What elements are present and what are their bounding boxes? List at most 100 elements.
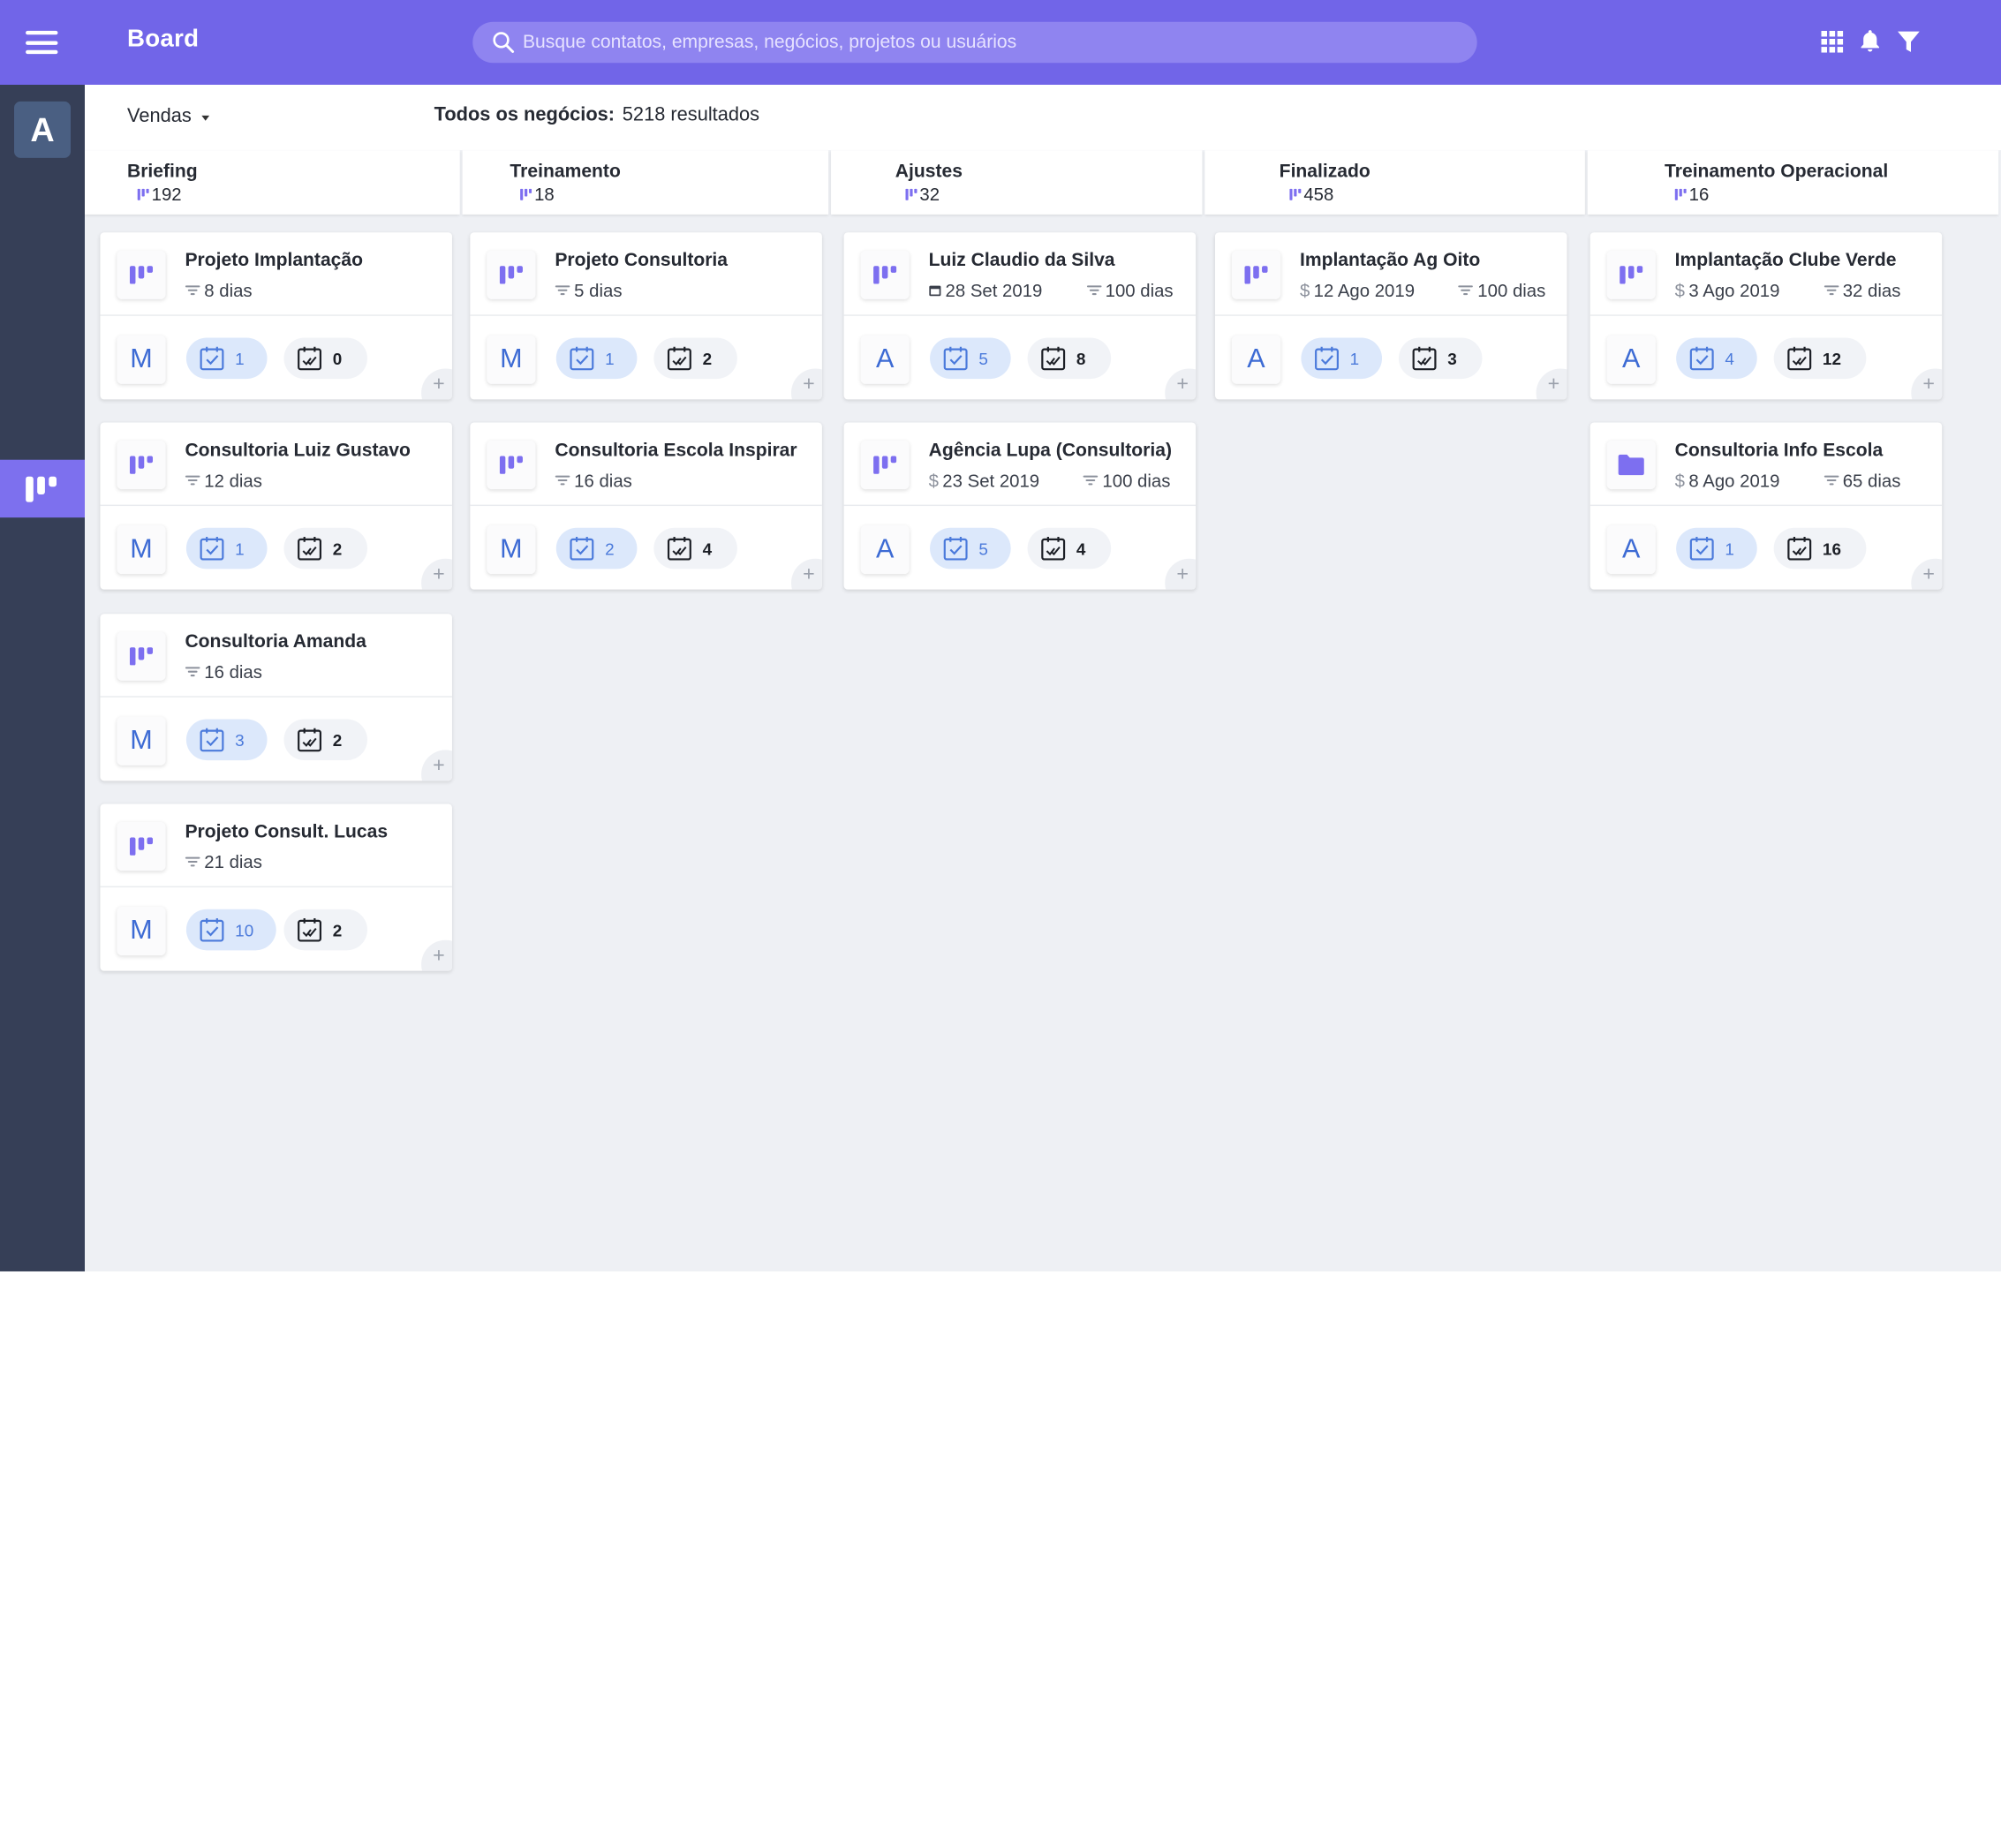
column-header[interactable]: Briefing 192 bbox=[84, 150, 460, 215]
card-title[interactable]: Luiz Claudio da Silva bbox=[929, 251, 1115, 271]
deal-card[interactable]: Projeto Consult. Lucas 21 dias M 10 2 + bbox=[100, 803, 452, 971]
done-tasks-button[interactable]: 12 bbox=[1773, 337, 1868, 380]
avatar[interactable]: A bbox=[860, 524, 910, 575]
done-tasks-count: 4 bbox=[1076, 539, 1086, 558]
bell-icon[interactable] bbox=[1857, 28, 1883, 54]
card-header: Agência Lupa (Consultoria) $23 Set 2019 10… bbox=[843, 423, 1197, 507]
add-task-button[interactable]: + bbox=[421, 368, 452, 400]
plus-icon: + bbox=[1176, 563, 1189, 586]
open-tasks-button[interactable]: 3 bbox=[185, 719, 268, 761]
add-task-button[interactable]: + bbox=[1536, 368, 1567, 400]
open-tasks-button[interactable]: 2 bbox=[555, 527, 638, 569]
search-bar[interactable] bbox=[472, 21, 1477, 64]
menu-icon[interactable] bbox=[26, 30, 58, 55]
open-tasks-button[interactable]: 1 bbox=[555, 337, 638, 380]
done-tasks-button[interactable]: 2 bbox=[283, 527, 368, 569]
open-tasks-count: 2 bbox=[605, 539, 615, 558]
add-task-button[interactable]: + bbox=[421, 939, 452, 971]
deal-card[interactable]: Implantação Clube Verde $3 Ago 2019 32 dia… bbox=[1589, 232, 1943, 400]
done-calendar-icon bbox=[1040, 536, 1066, 562]
filter-lines-icon bbox=[185, 283, 200, 297]
open-tasks-button[interactable]: 1 bbox=[185, 527, 268, 569]
avatar[interactable]: A bbox=[1606, 335, 1656, 384]
card-title[interactable]: Consultoria Info Escola bbox=[1675, 441, 1884, 461]
card-title[interactable]: Agência Lupa (Consultoria) bbox=[929, 441, 1172, 461]
avatar[interactable]: M bbox=[487, 335, 536, 384]
column-header[interactable]: Ajustes 32 bbox=[831, 150, 1203, 215]
card-title[interactable]: Implantação Ag Oito bbox=[1300, 251, 1480, 271]
deal-card[interactable]: Projeto Consultoria 5 dias M 1 2 + bbox=[470, 232, 822, 400]
add-task-button[interactable]: + bbox=[1911, 558, 1943, 590]
open-tasks-count: 5 bbox=[978, 539, 988, 558]
deal-card[interactable]: Consultoria Info Escola $8 Ago 2019 65 dia… bbox=[1589, 422, 1943, 590]
avatar[interactable]: M bbox=[117, 524, 166, 575]
open-tasks-button[interactable]: 1 bbox=[185, 337, 268, 380]
card-meta-text: 12 Ago 2019 bbox=[1313, 280, 1416, 301]
deal-card[interactable]: Agência Lupa (Consultoria) $23 Set 2019 10… bbox=[843, 422, 1197, 590]
done-tasks-button[interactable]: 2 bbox=[283, 719, 368, 761]
add-task-button[interactable]: + bbox=[790, 558, 822, 590]
open-tasks-button[interactable]: 1 bbox=[1676, 527, 1758, 569]
done-tasks-button[interactable]: 2 bbox=[653, 337, 738, 380]
board-icon bbox=[117, 250, 166, 299]
add-task-button[interactable]: + bbox=[421, 750, 452, 781]
add-task-button[interactable]: + bbox=[1165, 558, 1197, 590]
card-title[interactable]: Projeto Consult. Lucas bbox=[185, 822, 388, 842]
search-input[interactable] bbox=[522, 32, 1477, 53]
card-title[interactable]: Consultoria Escola Inspirar bbox=[555, 441, 797, 461]
open-tasks-button[interactable]: 10 bbox=[185, 909, 277, 951]
add-task-button[interactable]: + bbox=[1165, 368, 1197, 400]
column-header[interactable]: Treinamento 18 bbox=[462, 150, 829, 215]
add-task-button[interactable]: + bbox=[421, 558, 452, 590]
avatar[interactable]: A bbox=[1606, 524, 1656, 575]
card-meta-text: 100 dias bbox=[1105, 280, 1174, 301]
deal-card[interactable]: Consultoria Amanda 16 dias M 3 2 + bbox=[100, 614, 452, 781]
avatar[interactable]: M bbox=[117, 335, 166, 384]
avatar[interactable]: M bbox=[487, 524, 536, 575]
account-avatar[interactable]: A bbox=[13, 101, 71, 158]
done-tasks-button[interactable]: 2 bbox=[283, 909, 368, 951]
done-tasks-button[interactable]: 0 bbox=[283, 337, 368, 380]
deal-card[interactable]: Consultoria Luiz Gustavo 12 dias M 1 2 + bbox=[100, 422, 452, 590]
done-tasks-button[interactable]: 4 bbox=[653, 527, 738, 569]
done-tasks-button[interactable]: 4 bbox=[1027, 527, 1112, 569]
add-task-button[interactable]: + bbox=[1911, 368, 1943, 400]
column-header[interactable]: Treinamento Operacional 16 bbox=[1587, 150, 1999, 215]
folder-icon bbox=[1606, 440, 1656, 490]
deal-card[interactable]: Projeto Implantação 8 dias M 1 0 + bbox=[100, 232, 452, 400]
card-title[interactable]: Consultoria Amanda bbox=[185, 632, 366, 652]
avatar[interactable]: M bbox=[117, 716, 166, 766]
add-task-button[interactable]: + bbox=[790, 368, 822, 400]
column-header[interactable]: Finalizado 458 bbox=[1204, 150, 1585, 215]
done-tasks-button[interactable]: 16 bbox=[1773, 527, 1868, 569]
board-icon bbox=[1606, 250, 1656, 299]
avatar[interactable]: A bbox=[1231, 335, 1281, 384]
card-title[interactable]: Projeto Implantação bbox=[185, 251, 363, 271]
done-tasks-button[interactable]: 8 bbox=[1027, 337, 1112, 380]
deal-card[interactable]: Implantação Ag Oito $12 Ago 2019 100 dias A… bbox=[1214, 232, 1567, 400]
card-title[interactable]: Projeto Consultoria bbox=[555, 251, 728, 271]
card-meta: $8 Ago 2019 65 dias bbox=[1675, 470, 1901, 490]
card-title[interactable]: Implantação Clube Verde bbox=[1675, 251, 1897, 271]
sidebar-item-board[interactable] bbox=[0, 459, 85, 518]
open-tasks-button[interactable]: 1 bbox=[1301, 337, 1383, 380]
plus-icon: + bbox=[433, 373, 445, 396]
done-tasks-count: 3 bbox=[1447, 348, 1457, 368]
done-tasks-button[interactable]: 3 bbox=[1398, 337, 1483, 380]
pipeline-select[interactable]: Vendas bbox=[127, 105, 210, 127]
open-tasks-button[interactable]: 4 bbox=[1676, 337, 1758, 380]
open-tasks-button[interactable]: 5 bbox=[930, 337, 1012, 380]
deal-card[interactable]: Consultoria Escola Inspirar 16 dias M 2 4 + bbox=[470, 422, 822, 590]
card-header: Luiz Claudio da Silva 28 Set 2019 100 dias bbox=[843, 232, 1197, 316]
deal-card[interactable]: Luiz Claudio da Silva 28 Set 2019 100 dias… bbox=[843, 232, 1197, 400]
done-tasks-count: 2 bbox=[332, 539, 343, 558]
filter-icon[interactable] bbox=[1896, 28, 1922, 54]
avatar[interactable]: M bbox=[117, 906, 166, 956]
open-tasks-button[interactable]: 5 bbox=[930, 527, 1012, 569]
column-count: 16 bbox=[1674, 184, 1709, 204]
avatar[interactable]: A bbox=[860, 335, 910, 384]
column-count: 18 bbox=[520, 184, 555, 204]
deal-count-icon bbox=[905, 184, 917, 204]
card-title[interactable]: Consultoria Luiz Gustavo bbox=[185, 441, 410, 461]
apps-grid-icon[interactable] bbox=[1819, 28, 1845, 54]
